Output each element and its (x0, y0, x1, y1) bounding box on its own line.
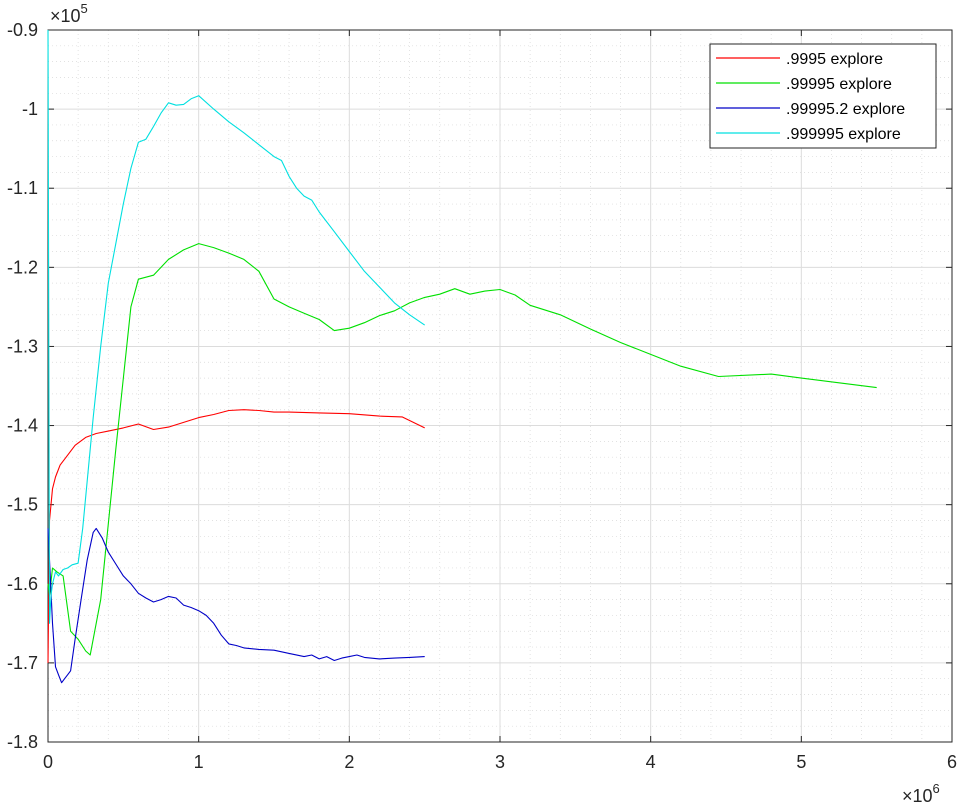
y-exponent-power: 5 (81, 1, 88, 16)
x-exponent-base: ×10 (902, 786, 933, 806)
x-tick-label: 4 (646, 752, 656, 772)
x-tick-label: 2 (344, 752, 354, 772)
x-tick-label: 6 (947, 752, 957, 772)
x-tick-label: 3 (495, 752, 505, 772)
y-tick-label: -1.7 (7, 653, 38, 673)
y-tick-label: -1.2 (7, 257, 38, 277)
y-tick-label: -1.1 (7, 178, 38, 198)
y-tick-label: -1.3 (7, 336, 38, 356)
y-exponent-base: ×10 (50, 6, 81, 26)
x-tick-label: 1 (194, 752, 204, 772)
legend: .9995 explore .99995 explore .99995.2 expl… (709, 43, 937, 149)
y-tick-label: -0.9 (7, 20, 38, 40)
chart-figure: 0 1 2 3 4 5 6 -1.8 -1.7 -1.6 -1.5 -1.4 -1.3 -1.2 -1.1… (0, 0, 959, 806)
y-tick-label: -1.5 (7, 495, 38, 515)
legend-label: .99995 explore (786, 76, 892, 93)
y-tick-label: -1 (22, 99, 38, 119)
y-tick-label: -1.4 (7, 416, 38, 436)
legend-label: .9995 explore (786, 51, 883, 68)
legend-label: .99995.2 explore (786, 101, 905, 118)
x-exponent-power: 6 (933, 781, 940, 796)
y-tick-label: -1.6 (7, 574, 38, 594)
legend-label: .999995 explore (786, 126, 901, 143)
line-chart: 0 1 2 3 4 5 6 -1.8 -1.7 -1.6 -1.5 -1.4 -1.3 -1.2 -1.1… (0, 0, 959, 806)
y-tick-label: -1.8 (7, 732, 38, 752)
x-tick-label: 5 (796, 752, 806, 772)
x-tick-label: 0 (43, 752, 53, 772)
